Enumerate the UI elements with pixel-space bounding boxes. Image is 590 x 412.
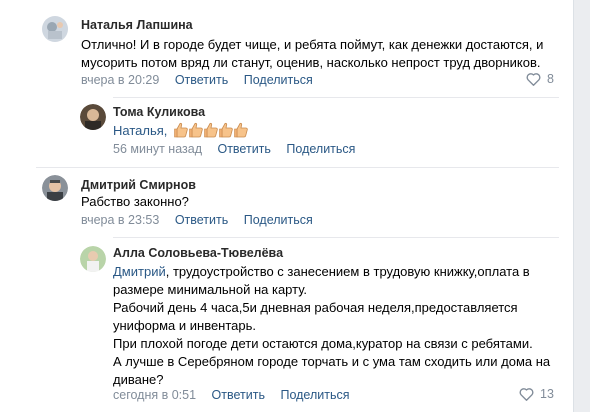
heart-icon <box>519 388 534 401</box>
comment-time[interactable]: вчера в 23:53 <box>81 213 159 227</box>
comment-meta: 56 минут назад Ответить Поделиться <box>113 142 355 156</box>
reply-button[interactable]: Ответить <box>175 73 228 87</box>
comment-text-line: Отлично! И в городе будет чище, и ребята… <box>81 37 544 52</box>
comment-time[interactable]: сегодня в 0:51 <box>113 388 196 402</box>
comment-text-line: При плохой погоде дети остаются дома,кур… <box>113 336 533 351</box>
comment-author[interactable]: Дмитрий Смирнов <box>81 178 196 192</box>
like-count: 8 <box>547 72 554 86</box>
comments-panel: Наталья Лапшина Отлично! И в городе буде… <box>0 0 573 412</box>
comment-author[interactable]: Алла Соловьева-Тювелёва <box>113 246 283 260</box>
comment-meta: вчера в 23:53 Ответить Поделиться <box>81 213 313 227</box>
comment-text-fragment: , трудоустройство с занесением в трудову… <box>165 264 530 279</box>
comment-text-line: А лучше в Серебряном городе торчать и с … <box>113 354 551 369</box>
avatar[interactable] <box>80 246 106 272</box>
reply-button[interactable]: Ответить <box>217 142 270 156</box>
comment-text: Отлично! И в городе будет чище, и ребята… <box>81 36 543 72</box>
comment-text-line: Дмитрий, трудоустройство с занесением в … <box>113 263 550 281</box>
thumbs-up-emoji <box>174 122 249 140</box>
comment-author[interactable]: Наталья Лапшина <box>81 18 193 32</box>
like-button[interactable]: 13 <box>519 387 554 401</box>
comment-text-line: униформа и инвентарь. <box>113 318 257 333</box>
comment-text-line: мусорить потом вряд ли станут, оценив, н… <box>81 55 541 70</box>
comment-text-line: размере минимальной на карту. <box>113 282 308 297</box>
reply-button[interactable]: Ответить <box>175 213 228 227</box>
comment-text: Наталья, <box>113 122 249 140</box>
reply-to-link[interactable]: Наталья, <box>113 123 167 138</box>
heart-icon <box>526 73 541 86</box>
comment-text-line: Рабочий день 4 часа,5и дневная рабочая н… <box>113 300 518 315</box>
divider <box>36 167 559 168</box>
avatar[interactable] <box>80 104 106 130</box>
comment-time[interactable]: вчера в 20:29 <box>81 73 159 87</box>
divider <box>113 237 559 238</box>
like-button[interactable]: 8 <box>526 72 554 86</box>
divider <box>113 97 559 98</box>
share-button[interactable]: Поделиться <box>280 388 349 402</box>
reply-to-link[interactable]: Дмитрий <box>113 264 166 279</box>
comment-meta: вчера в 20:29 Ответить Поделиться <box>81 73 313 87</box>
comment-meta: сегодня в 0:51 Ответить Поделиться <box>113 388 349 402</box>
comment-text-line: Рабство законно? <box>81 194 189 209</box>
comment-text-line: диване? <box>113 372 164 387</box>
comment-time[interactable]: 56 минут назад <box>113 142 202 156</box>
avatar[interactable] <box>42 175 68 201</box>
comment-text: Дмитрий, трудоустройство с занесением в … <box>113 263 550 389</box>
share-button[interactable]: Поделиться <box>244 73 313 87</box>
reply-button[interactable]: Ответить <box>212 388 265 402</box>
like-count: 13 <box>540 387 554 401</box>
avatar[interactable] <box>42 16 68 42</box>
share-button[interactable]: Поделиться <box>244 213 313 227</box>
comment-text: Рабство законно? <box>81 193 189 211</box>
share-button[interactable]: Поделиться <box>286 142 355 156</box>
comment-author[interactable]: Тома Куликова <box>113 105 205 119</box>
panel-border <box>573 0 574 412</box>
